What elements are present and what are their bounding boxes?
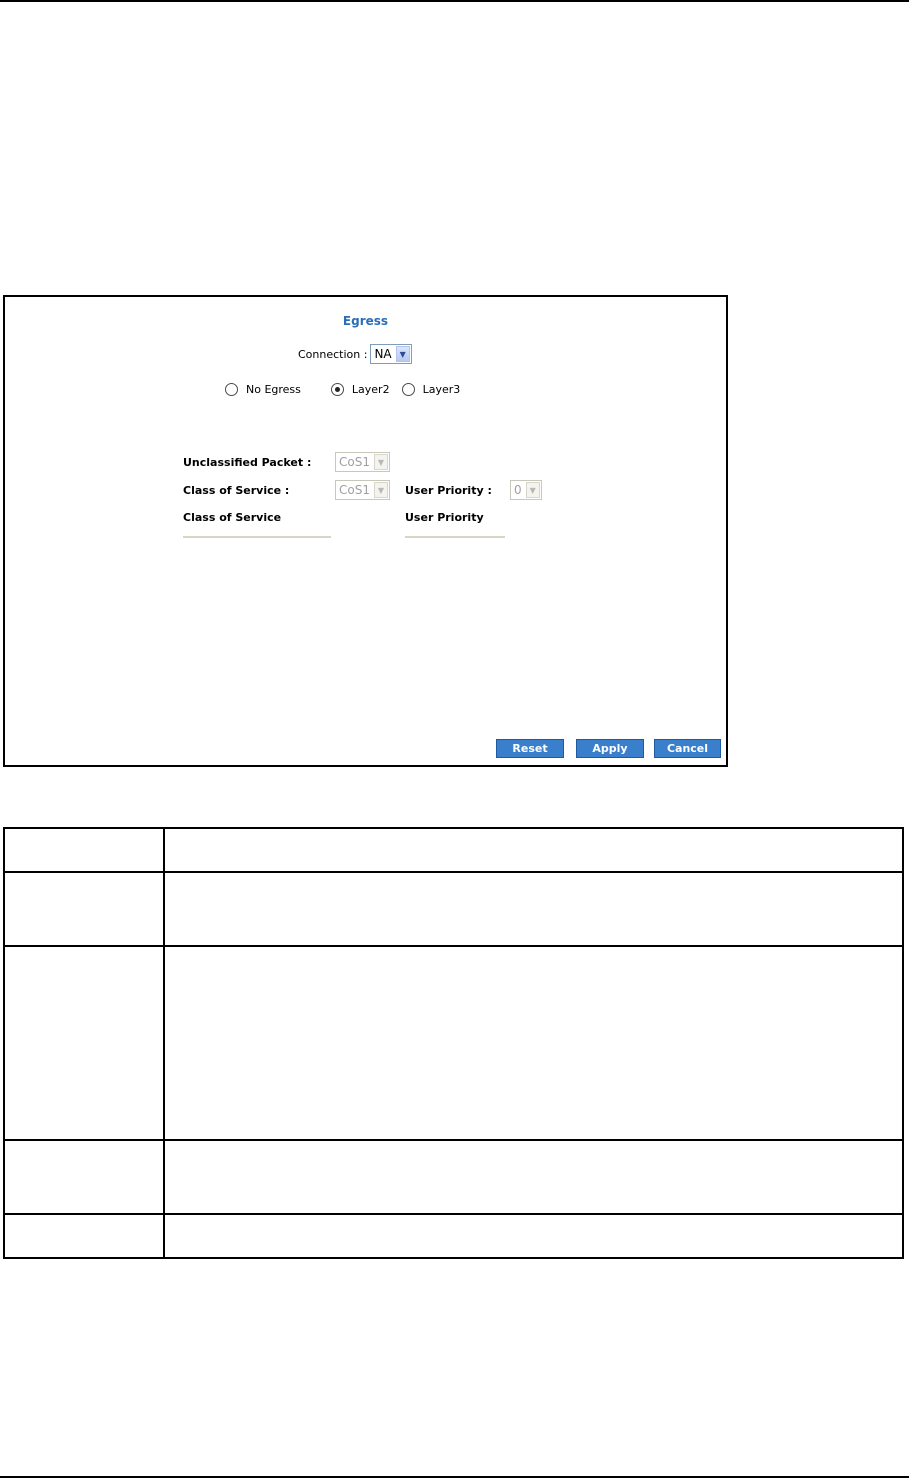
- unclassified-packet-label: Unclassified Packet :: [183, 456, 312, 469]
- class-of-service-label: Class of Service :: [183, 484, 290, 497]
- user-priority-value: 0: [514, 483, 522, 497]
- chevron-down-icon[interactable]: ▼: [525, 482, 540, 498]
- radio-layer2-label: Layer2: [351, 383, 390, 396]
- user-priority-label: User Priority :: [405, 484, 492, 497]
- chevron-down-icon[interactable]: ▼: [373, 482, 388, 498]
- user-priority-underline: [405, 536, 505, 538]
- radio-layer3-circle[interactable]: [401, 383, 415, 396]
- radio-no-egress-circle[interactable]: [225, 383, 238, 396]
- table-cell: [3, 827, 165, 873]
- class-of-service-select[interactable]: CoS1 ▼: [335, 480, 390, 500]
- radio-no-egress[interactable]: No Egress: [225, 383, 301, 396]
- egress-title: Egress: [342, 314, 389, 328]
- reset-button[interactable]: Reset: [496, 739, 564, 758]
- table-row: [3, 1139, 904, 1215]
- user-priority-select[interactable]: 0 ▼: [510, 480, 542, 500]
- table-row: [3, 871, 904, 947]
- column-header-class-of-service: Class of Service: [183, 511, 282, 524]
- column-header-user-priority: User Priority: [405, 511, 484, 524]
- table-cell: [163, 827, 904, 873]
- radio-layer3[interactable]: Layer3: [401, 383, 461, 396]
- table-cell: [163, 1213, 904, 1259]
- chevron-down-icon[interactable]: ▼: [395, 346, 410, 362]
- egress-panel: Egress Connection : NA ▼ No Egress Layer…: [3, 295, 728, 767]
- description-table: [3, 827, 904, 1259]
- connection-row: Connection : NA ▼: [298, 344, 412, 364]
- table-cell: [3, 945, 165, 1141]
- connection-label: Connection :: [298, 347, 368, 361]
- egress-mode-radio-group: No Egress Layer2 Layer3: [225, 383, 460, 396]
- chevron-down-icon[interactable]: ▼: [373, 454, 388, 470]
- apply-button[interactable]: Apply: [576, 739, 644, 758]
- table-cell: [3, 1213, 165, 1259]
- table-row: [3, 1213, 904, 1259]
- radio-no-egress-label: No Egress: [246, 383, 301, 396]
- unclassified-packet-value: CoS1: [339, 455, 370, 469]
- table-cell: [163, 1139, 904, 1215]
- table-cell: [3, 871, 165, 947]
- unclassified-packet-select[interactable]: CoS1 ▼: [335, 452, 390, 472]
- table-cell: [163, 945, 904, 1141]
- connection-select[interactable]: NA ▼: [370, 344, 412, 364]
- table-cell: [163, 871, 904, 947]
- radio-layer3-label: Layer3: [422, 383, 461, 396]
- class-of-service-underline: [183, 536, 331, 538]
- radio-layer2[interactable]: Layer2: [330, 383, 390, 396]
- cancel-button[interactable]: Cancel: [654, 739, 721, 758]
- top-rule: [0, 0, 909, 2]
- connection-value: NA: [374, 347, 392, 361]
- table-row: [3, 827, 904, 873]
- class-of-service-value: CoS1: [339, 483, 370, 497]
- table-cell: [3, 1139, 165, 1215]
- radio-layer2-circle[interactable]: [330, 383, 344, 396]
- table-row: [3, 945, 904, 1141]
- bottom-rule: [0, 1476, 909, 1478]
